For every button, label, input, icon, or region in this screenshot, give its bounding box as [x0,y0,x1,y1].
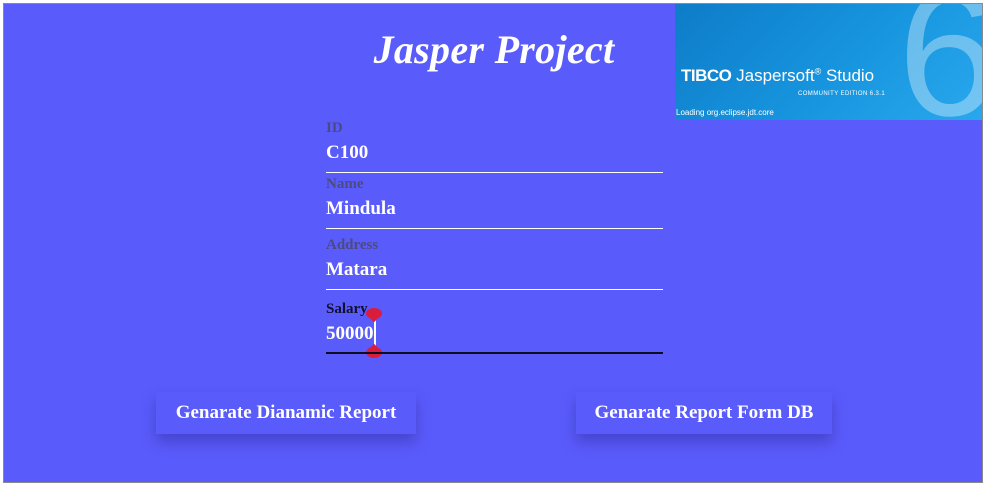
salary-field[interactable]: Salary 50000 [326,301,663,361]
generate-db-report-button[interactable]: Genarate Report Form DB [576,392,832,434]
selection-handle-top[interactable] [366,308,382,319]
address-field[interactable]: Address Matara [326,237,663,293]
name-underline [326,228,663,229]
splash-loading-text: Loading org.eclipse.jdt.core [676,108,774,117]
id-underline [326,172,663,173]
brand-registered-mark: ® [814,66,822,77]
salary-underline [326,352,663,354]
name-field[interactable]: Name Mindula [326,176,663,232]
salary-input[interactable]: 50000 [326,323,374,345]
brand-studio: Studio [825,66,875,85]
id-label: ID [326,120,343,136]
address-input[interactable]: Matara [326,259,387,281]
salary-label: Salary [326,301,368,317]
id-input[interactable]: C100 [326,142,368,164]
name-label: Name [326,176,364,192]
jaspersoft-splash-banner: 6 TIBCO Jaspersoft® Studio COMMUNITY EDI… [675,4,982,120]
app-window: Jasper Project 6 TIBCO Jaspersoft® Studi… [3,3,983,483]
address-underline [326,289,663,290]
id-field[interactable]: ID C100 [326,120,663,176]
splash-brand: TIBCO Jaspersoft® Studio [681,66,874,86]
generate-dynamic-report-button[interactable]: Genarate Dianamic Report [156,392,416,434]
address-label: Address [326,237,379,253]
brand-product: Jaspersoft [736,66,815,85]
splash-edition: COMMUNITY EDITION 6.3.1 [798,91,886,97]
name-input[interactable]: Mindula [326,198,396,220]
version-six-glyph: 6 [898,4,982,120]
brand-tibco: TIBCO [681,66,732,85]
